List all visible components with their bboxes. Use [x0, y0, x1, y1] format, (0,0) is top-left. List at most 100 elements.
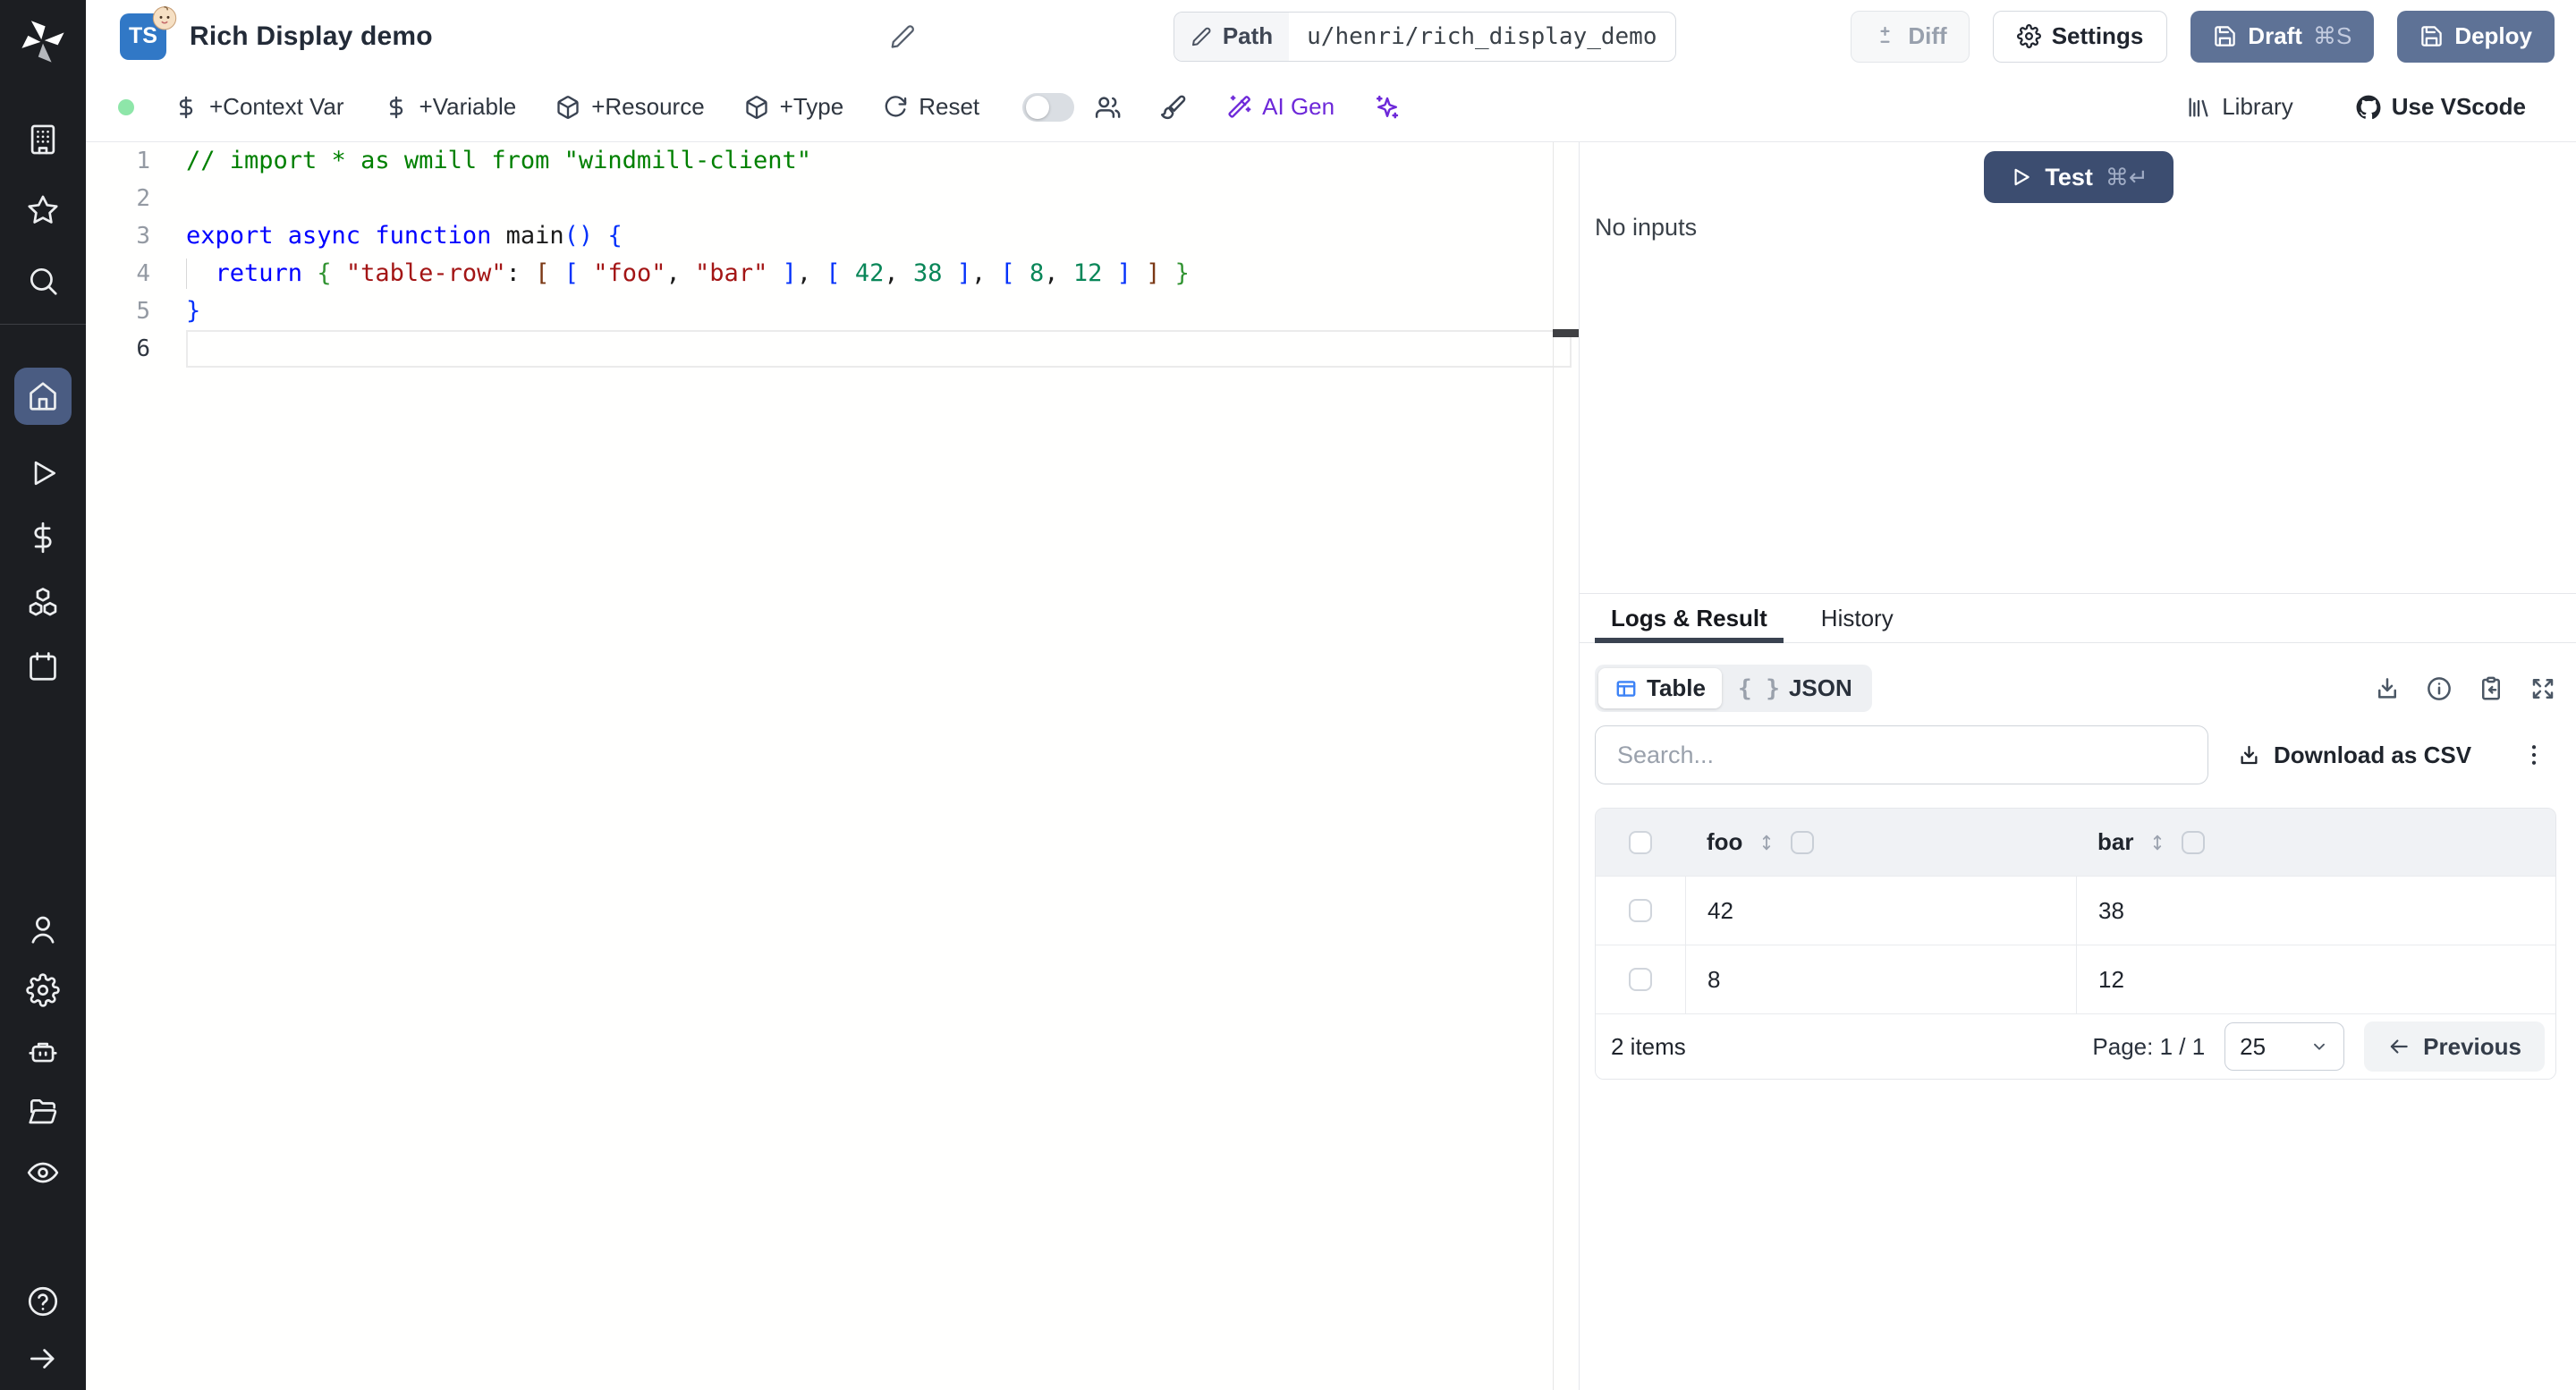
ai-gen-button[interactable]: AI Gen — [1226, 93, 1335, 121]
sort-foo-button[interactable] — [1757, 831, 1776, 854]
search-input[interactable] — [1595, 725, 2208, 784]
column-foo-checkbox[interactable] — [1791, 830, 1815, 854]
chevron-down-icon — [2314, 1043, 2326, 1050]
add-context-var-button[interactable]: +Context Var — [174, 93, 344, 121]
table-header: foo bar — [1596, 809, 2555, 876]
diff-button[interactable]: Diff — [1851, 10, 1970, 63]
folder-open-icon — [29, 1098, 57, 1124]
deploy-button[interactable]: Deploy — [2397, 10, 2555, 63]
typescript-badge: TS — [120, 5, 177, 60]
sidebar-item-favorites[interactable] — [25, 192, 61, 228]
sidebar-item-workers[interactable] — [25, 1033, 61, 1069]
eye-icon — [27, 1162, 59, 1183]
path-field-label: Path — [1174, 12, 1290, 61]
reset-button[interactable]: Reset — [883, 93, 979, 121]
table-cell: 38 — [2098, 896, 2124, 924]
library-button[interactable]: Library — [2186, 93, 2293, 121]
sidebar-divider — [0, 324, 86, 325]
sidebar-item-resources[interactable] — [25, 584, 61, 620]
table-menu-button[interactable] — [2521, 742, 2547, 768]
play-icon — [34, 461, 56, 486]
format-brush-button[interactable] — [1160, 94, 1187, 121]
previous-page-button[interactable]: Previous — [2364, 1021, 2545, 1072]
row-checkbox[interactable] — [1629, 968, 1652, 991]
header: TS Rich Display demo Path u/henri/rich_d… — [86, 0, 2576, 72]
line-number: 2 — [136, 185, 150, 212]
results-tabs: Logs & Result History — [1580, 594, 2576, 643]
test-button[interactable]: Test ⌘↵ — [1984, 151, 2174, 203]
copy-result-button[interactable] — [2478, 675, 2504, 702]
sidebar-item-search[interactable] — [25, 263, 61, 299]
result-info-button[interactable] — [2426, 675, 2453, 702]
view-json-button[interactable]: { } JSON — [1722, 668, 1868, 708]
sidebar-item-schedules[interactable] — [25, 648, 61, 684]
add-resource-button[interactable]: +Resource — [555, 93, 705, 121]
sort-icon — [2154, 835, 2162, 850]
draft-shortcut: ⌘S — [2312, 22, 2352, 49]
sidebar-item-users[interactable] — [25, 911, 61, 947]
dollar-icon — [34, 521, 52, 554]
tab-logs-result[interactable]: Logs & Result — [1595, 594, 1784, 643]
status-dot — [118, 98, 134, 115]
sidebar-item-settings[interactable] — [25, 972, 61, 1008]
line-number: 4 — [136, 260, 150, 287]
use-vscode-button[interactable]: Use VScode — [2356, 93, 2526, 121]
header-actions: Diff Settings Draft ⌘S Deploy — [1851, 10, 2555, 63]
add-variable-button[interactable]: +Variable — [384, 93, 516, 121]
add-type-button[interactable]: +Type — [744, 93, 843, 121]
package-icon — [746, 95, 767, 119]
sort-bar-button[interactable] — [2148, 831, 2167, 854]
table-row: 8 12 — [1596, 945, 2555, 1013]
table-row: 42 38 — [1596, 876, 2555, 945]
baby-emoji-icon — [152, 5, 177, 30]
editor-toolbar: +Context Var +Variable +Resource +Type R… — [86, 72, 2576, 142]
play-icon — [2014, 168, 2030, 186]
sidebar-item-folders[interactable] — [25, 1094, 61, 1130]
sidebar-item-runs[interactable] — [25, 455, 61, 491]
edit-title-button[interactable] — [889, 23, 916, 50]
code-editor[interactable]: 1// import * as wmill from "windmill-cli… — [86, 142, 1579, 1390]
sidebar — [0, 0, 86, 1390]
editor-overview-cursor-mark — [1553, 329, 1579, 337]
page-title: Rich Display demo — [190, 21, 433, 51]
tab-history[interactable]: History — [1805, 594, 1910, 642]
library-icon — [2189, 97, 2208, 116]
sidebar-item-audit-logs[interactable] — [25, 1155, 61, 1191]
gear-icon — [2016, 24, 2041, 48]
no-inputs-label: No inputs — [1595, 214, 1698, 241]
table-body: 42 38 8 12 — [1596, 876, 2555, 1013]
sidebar-item-workspace[interactable] — [25, 122, 61, 157]
sparkles-icon — [1376, 95, 1399, 118]
app-root: TS Rich Display demo Path u/henri/rich_d… — [0, 0, 2576, 1390]
toggle-knob — [1026, 95, 1050, 119]
sidebar-item-variables[interactable] — [25, 520, 61, 555]
items-count: 2 items — [1611, 1032, 1686, 1060]
windmill-logo-icon[interactable] — [18, 16, 68, 66]
draft-button[interactable]: Draft ⌘S — [2190, 10, 2375, 63]
sparkles-button[interactable] — [1374, 94, 1401, 121]
settings-button[interactable]: Settings — [1992, 10, 2168, 63]
result-actions — [2374, 675, 2556, 702]
page-size-select[interactable]: 25 — [2224, 1022, 2345, 1071]
path-field[interactable]: Path u/henri/rich_display_demo — [1173, 11, 1676, 62]
dollar-icon — [179, 96, 193, 118]
expand-result-button[interactable] — [2529, 675, 2556, 702]
download-icon — [2378, 677, 2396, 699]
view-table-button[interactable]: Table — [1598, 668, 1722, 708]
select-all-checkbox[interactable] — [1629, 830, 1652, 854]
column-bar-checkbox[interactable] — [2182, 830, 2206, 854]
collaborators-button[interactable] — [1094, 94, 1121, 121]
sidebar-expand-button[interactable] — [25, 1341, 61, 1377]
users-icon — [1096, 96, 1121, 118]
info-icon — [2428, 676, 2451, 700]
view-switcher: Table { } JSON — [1595, 665, 1872, 712]
sidebar-item-help[interactable] — [25, 1284, 61, 1319]
sidebar-item-home[interactable] — [14, 368, 72, 425]
braces-icon: { } — [1737, 674, 1780, 702]
download-csv-button[interactable]: Download as CSV — [2237, 742, 2471, 769]
row-checkbox[interactable] — [1629, 899, 1652, 922]
download-result-button[interactable] — [2374, 675, 2401, 702]
star-icon — [28, 195, 58, 224]
search-icon — [30, 267, 57, 295]
collab-toggle[interactable] — [1022, 92, 1075, 122]
